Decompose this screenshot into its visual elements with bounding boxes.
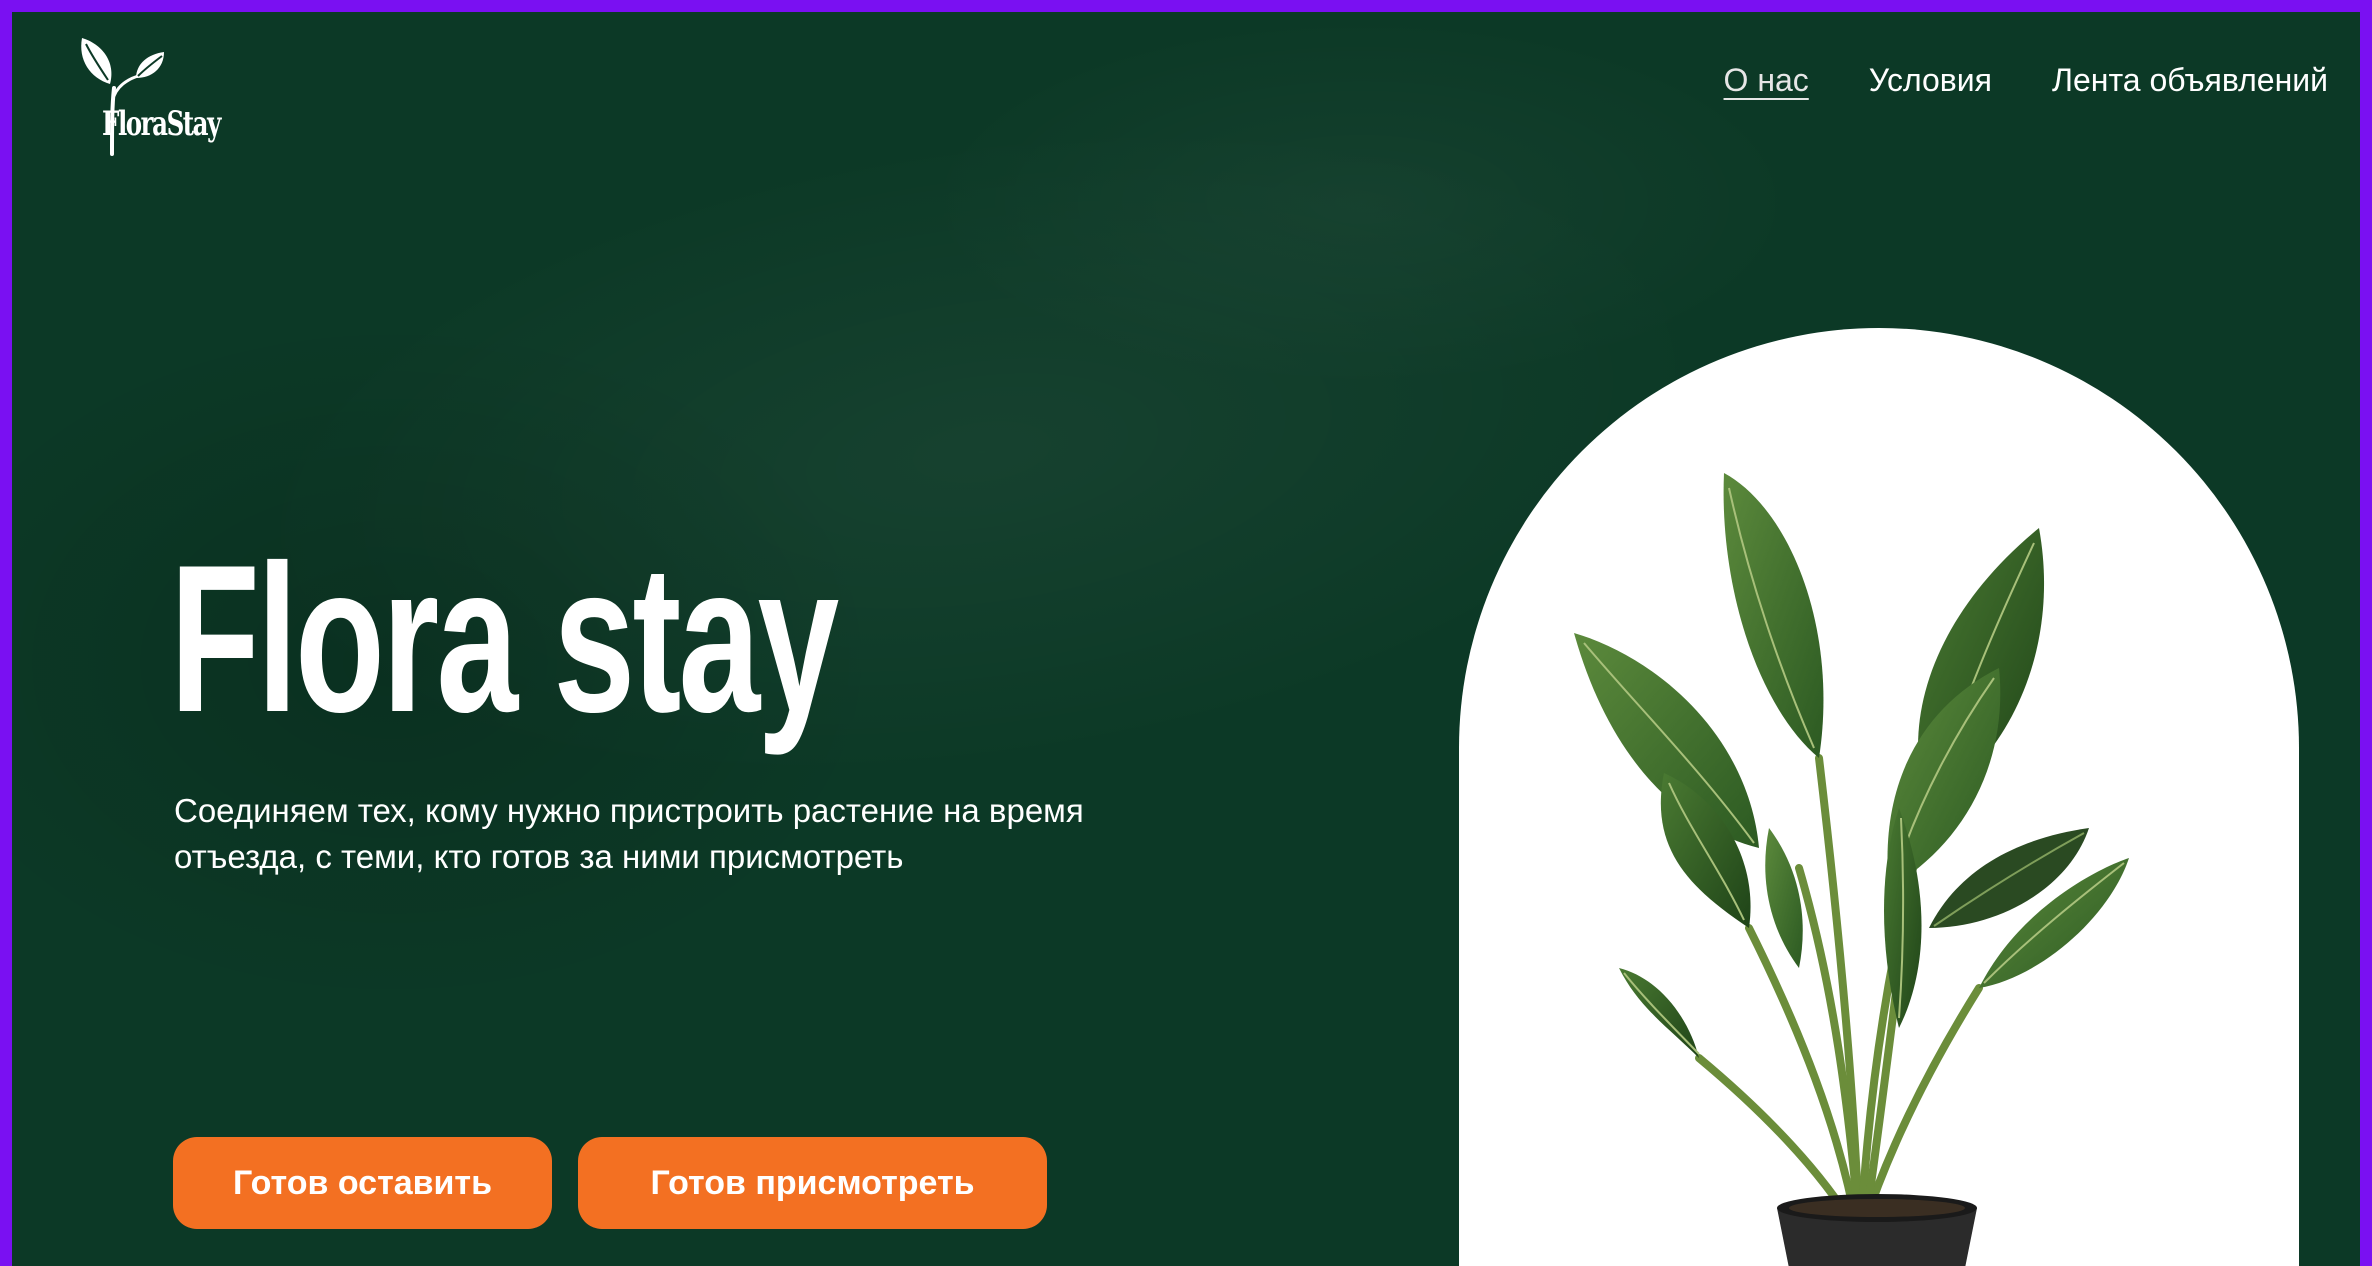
landing-page: FloraStay О нас Условия Лента объявлений… [12, 12, 2360, 1266]
logo-wordmark: FloraStay [102, 104, 221, 144]
logo[interactable]: FloraStay [74, 26, 294, 156]
nav-link-about[interactable]: О нас [1724, 62, 1809, 99]
hero-subtitle-line-1: Соединяем тех, кому нужно пристроить рас… [174, 792, 1084, 829]
ready-to-leave-button[interactable]: Готов оставить [173, 1137, 552, 1229]
nav-link-listings-feed[interactable]: Лента объявлений [2052, 62, 2328, 99]
main-navigation: О нас Условия Лента объявлений [1724, 62, 2328, 99]
hero-subtitle-line-2: отъезда, с теми, кто готов за ними присм… [174, 838, 904, 875]
nav-link-conditions[interactable]: Условия [1869, 62, 1992, 99]
hero-title: Flora stay [170, 521, 839, 756]
hero-subtitle: Соединяем тех, кому нужно пристроить рас… [174, 788, 1374, 880]
potted-plant-image [1574, 473, 2129, 1266]
ready-to-care-button[interactable]: Готов присмотреть [578, 1137, 1047, 1229]
